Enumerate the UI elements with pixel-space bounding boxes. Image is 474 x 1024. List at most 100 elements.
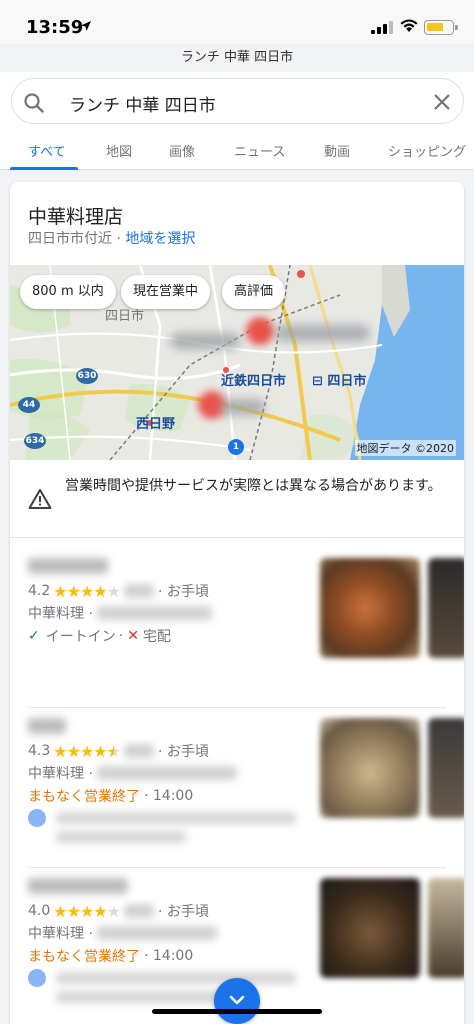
closing-time: · 14:00 bbox=[144, 948, 194, 964]
route-badge: 634 bbox=[24, 433, 46, 449]
review-count bbox=[123, 584, 154, 598]
warning-text: 営業時間や提供サービスが実際とは異なる場合があります。 bbox=[65, 478, 442, 494]
star-rating: ★★★★★ bbox=[53, 901, 121, 921]
price-level: · お手頃 bbox=[157, 744, 209, 760]
result-pin-label bbox=[170, 333, 240, 349]
star-rating: ★★★★★ bbox=[53, 741, 121, 761]
rating-value: 4.0 bbox=[28, 903, 51, 919]
wifi-icon bbox=[400, 19, 418, 32]
closing-time: · 14:00 bbox=[144, 788, 194, 804]
result-pin[interactable] bbox=[246, 317, 274, 345]
separator: · bbox=[118, 628, 124, 644]
signal-icon bbox=[371, 21, 393, 34]
card-title: 中華料理店 bbox=[28, 206, 124, 228]
category-row: 中華料理 · bbox=[28, 923, 221, 943]
delivery-label: 宅配 bbox=[142, 629, 171, 645]
map[interactable]: 800 m 以内 現在営業中 高評価 四日市 近鉄四日市 ⊟ 四日市 西日野 6… bbox=[10, 265, 464, 460]
avatar-icon bbox=[28, 969, 46, 987]
list-item[interactable]: 4.3 ★★★★★ · お手頃 中華料理 · まもなく営業終了 · 14:00 bbox=[10, 706, 464, 868]
restaurant-photo[interactable] bbox=[428, 558, 464, 658]
close-icon[interactable] bbox=[433, 93, 451, 111]
tab-all[interactable]: すべて bbox=[28, 141, 66, 160]
map-label-station: ⊟ 四日市 bbox=[312, 374, 367, 389]
review-text bbox=[56, 972, 296, 984]
check-icon: ✓ bbox=[28, 628, 40, 644]
rating-value: 4.3 bbox=[28, 743, 51, 759]
restaurant-photo[interactable] bbox=[320, 718, 420, 818]
more-results-button[interactable] bbox=[214, 978, 260, 1024]
search-input[interactable]: ランチ 中華 四日市 bbox=[69, 91, 216, 116]
restaurant-name[interactable] bbox=[28, 558, 108, 574]
chevron-down-icon bbox=[229, 995, 245, 1005]
route-badge: 44 bbox=[18, 397, 40, 413]
status-time: 13:59 bbox=[26, 17, 84, 38]
map-copyright: 地図データ ©2020 bbox=[354, 440, 456, 456]
tab-videos[interactable]: 動画 bbox=[324, 141, 350, 160]
choose-area-link[interactable]: 地域を選択 bbox=[125, 231, 195, 247]
result-pin-label bbox=[275, 325, 370, 341]
review-count bbox=[123, 904, 154, 918]
hours-row: まもなく営業終了 · 14:00 bbox=[28, 946, 193, 966]
search-box[interactable]: ランチ 中華 四日市 bbox=[11, 78, 464, 124]
price-level: · お手頃 bbox=[157, 904, 209, 920]
search-tabs: すべて 地図 画像 ニュース 動画 ショッピング bbox=[0, 134, 474, 170]
filter-chip-open-now[interactable]: 現在営業中 bbox=[121, 275, 211, 309]
map-label-city: 四日市 bbox=[105, 309, 145, 324]
restaurant-photo[interactable] bbox=[320, 558, 420, 658]
category: 中華料理 · bbox=[28, 926, 93, 942]
category-row: 中華料理 · bbox=[28, 603, 216, 623]
search-header: ランチ 中華 四日市 すべて 地図 画像 ニュース 動画 ショッピング bbox=[0, 72, 474, 170]
services-row: ✓ イートイン · ✕ 宅配 bbox=[28, 626, 171, 646]
closing-soon-status: まもなく営業終了 bbox=[28, 789, 140, 805]
rating-value: 4.2 bbox=[28, 583, 51, 599]
tab-images[interactable]: 画像 bbox=[169, 141, 195, 160]
result-pin-label bbox=[220, 399, 265, 415]
local-results-card: 中華料理店 四日市市付近 · 地域を選択 800 m 以内 現在営業中 高評価 … bbox=[10, 182, 464, 1024]
filter-chip-distance[interactable]: 800 m 以内 bbox=[20, 275, 116, 309]
rating-row: 4.3 ★★★★★ · お手頃 bbox=[28, 741, 209, 761]
tab-maps[interactable]: 地図 bbox=[106, 141, 132, 160]
review-text bbox=[56, 812, 296, 824]
warning-icon bbox=[28, 489, 52, 509]
review-text bbox=[56, 831, 186, 843]
home-indicator[interactable] bbox=[152, 1009, 322, 1014]
restaurant-name[interactable] bbox=[28, 718, 66, 734]
category: 中華料理 · bbox=[28, 766, 93, 782]
dine-in-label: イートイン bbox=[45, 629, 116, 645]
route-badge: 630 bbox=[76, 368, 98, 384]
star-rating: ★★★★★ bbox=[53, 581, 121, 601]
rating-row: 4.0 ★★★★★ · お手頃 bbox=[28, 901, 209, 921]
hours-warning: 営業時間や提供サービスが実際とは異なる場合があります。 bbox=[10, 460, 464, 538]
location-text: 四日市市付近 · bbox=[28, 231, 126, 247]
map-label-station: 西日野 bbox=[136, 417, 176, 432]
rating-row: 4.2 ★★★★★ · お手頃 bbox=[28, 581, 209, 601]
price-level: · お手頃 bbox=[157, 584, 209, 600]
address bbox=[96, 606, 212, 620]
category-row: 中華料理 · bbox=[28, 763, 241, 783]
hours-row: まもなく営業終了 · 14:00 bbox=[28, 786, 193, 806]
location-arrow-icon bbox=[81, 21, 91, 31]
list-item[interactable]: 4.2 ★★★★★ · お手頃 中華料理 · ✓ イートイン · ✕ 宅配 bbox=[10, 546, 464, 708]
tab-news[interactable]: ニュース bbox=[234, 141, 285, 160]
map-label-station: 近鉄四日市 bbox=[221, 374, 287, 389]
restaurant-photo[interactable] bbox=[320, 878, 420, 978]
avatar-icon bbox=[28, 809, 46, 827]
restaurant-photo[interactable] bbox=[428, 718, 464, 818]
battery-icon bbox=[424, 20, 458, 35]
review-count bbox=[123, 744, 154, 758]
cross-icon: ✕ bbox=[127, 628, 139, 644]
map-label-station-name: 四日市 bbox=[327, 374, 367, 389]
card-subtitle: 四日市市付近 · 地域を選択 bbox=[28, 228, 195, 248]
tab-shopping[interactable]: ショッピング bbox=[388, 141, 466, 160]
route-badge: 1 bbox=[228, 439, 244, 455]
url-bar[interactable]: ランチ 中華 四日市 bbox=[0, 46, 474, 65]
restaurant-photo[interactable] bbox=[428, 878, 464, 978]
search-icon[interactable] bbox=[22, 91, 46, 115]
review-text bbox=[56, 991, 226, 1003]
address bbox=[96, 926, 217, 940]
address bbox=[96, 766, 237, 780]
restaurant-name[interactable] bbox=[28, 878, 128, 894]
active-tab-indicator bbox=[10, 167, 78, 170]
filter-chip-top-rated[interactable]: 高評価 bbox=[222, 275, 286, 309]
closing-soon-status: まもなく営業終了 bbox=[28, 949, 140, 965]
